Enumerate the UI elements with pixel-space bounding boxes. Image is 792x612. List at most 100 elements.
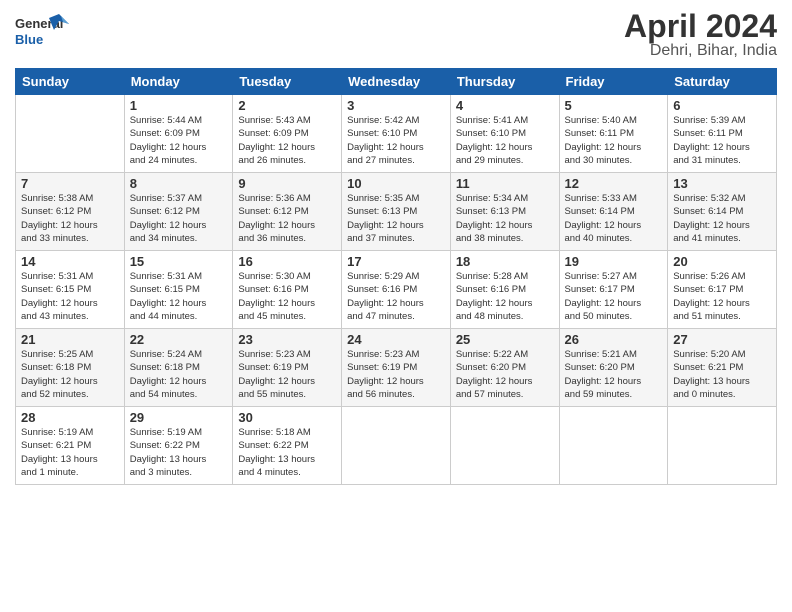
day-number: 28: [21, 410, 119, 425]
calendar-cell: 29Sunrise: 5:19 AM Sunset: 6:22 PM Dayli…: [124, 407, 233, 485]
calendar-cell: 16Sunrise: 5:30 AM Sunset: 6:16 PM Dayli…: [233, 251, 342, 329]
page-container: General Blue April 2024 Dehri, Bihar, In…: [0, 0, 792, 495]
day-number: 5: [565, 98, 663, 113]
title-block: April 2024 Dehri, Bihar, India: [624, 10, 777, 60]
calendar-cell: 30Sunrise: 5:18 AM Sunset: 6:22 PM Dayli…: [233, 407, 342, 485]
day-info: Sunrise: 5:34 AM Sunset: 6:13 PM Dayligh…: [456, 192, 554, 245]
calendar-table: SundayMondayTuesdayWednesdayThursdayFrid…: [15, 68, 777, 485]
day-info: Sunrise: 5:38 AM Sunset: 6:12 PM Dayligh…: [21, 192, 119, 245]
svg-text:Blue: Blue: [15, 32, 43, 47]
calendar-cell: 12Sunrise: 5:33 AM Sunset: 6:14 PM Dayli…: [559, 173, 668, 251]
calendar-cell: [450, 407, 559, 485]
day-number: 14: [21, 254, 119, 269]
day-number: 12: [565, 176, 663, 191]
day-info: Sunrise: 5:22 AM Sunset: 6:20 PM Dayligh…: [456, 348, 554, 401]
calendar-cell: 9Sunrise: 5:36 AM Sunset: 6:12 PM Daylig…: [233, 173, 342, 251]
calendar-cell: 28Sunrise: 5:19 AM Sunset: 6:21 PM Dayli…: [16, 407, 125, 485]
day-info: Sunrise: 5:29 AM Sunset: 6:16 PM Dayligh…: [347, 270, 445, 323]
calendar-cell: 1Sunrise: 5:44 AM Sunset: 6:09 PM Daylig…: [124, 95, 233, 173]
day-number: 6: [673, 98, 771, 113]
calendar-cell: 4Sunrise: 5:41 AM Sunset: 6:10 PM Daylig…: [450, 95, 559, 173]
calendar-cell: 3Sunrise: 5:42 AM Sunset: 6:10 PM Daylig…: [342, 95, 451, 173]
day-number: 23: [238, 332, 336, 347]
day-info: Sunrise: 5:27 AM Sunset: 6:17 PM Dayligh…: [565, 270, 663, 323]
calendar-cell: [559, 407, 668, 485]
day-number: 4: [456, 98, 554, 113]
day-number: 25: [456, 332, 554, 347]
day-info: Sunrise: 5:28 AM Sunset: 6:16 PM Dayligh…: [456, 270, 554, 323]
day-info: Sunrise: 5:42 AM Sunset: 6:10 PM Dayligh…: [347, 114, 445, 167]
day-number: 2: [238, 98, 336, 113]
calendar-cell: 22Sunrise: 5:24 AM Sunset: 6:18 PM Dayli…: [124, 329, 233, 407]
day-info: Sunrise: 5:32 AM Sunset: 6:14 PM Dayligh…: [673, 192, 771, 245]
day-number: 9: [238, 176, 336, 191]
calendar-cell: [342, 407, 451, 485]
day-info: Sunrise: 5:37 AM Sunset: 6:12 PM Dayligh…: [130, 192, 228, 245]
day-info: Sunrise: 5:25 AM Sunset: 6:18 PM Dayligh…: [21, 348, 119, 401]
day-info: Sunrise: 5:31 AM Sunset: 6:15 PM Dayligh…: [130, 270, 228, 323]
day-info: Sunrise: 5:18 AM Sunset: 6:22 PM Dayligh…: [238, 426, 336, 479]
header-row: SundayMondayTuesdayWednesdayThursdayFrid…: [16, 69, 777, 95]
day-number: 24: [347, 332, 445, 347]
day-number: 21: [21, 332, 119, 347]
calendar-cell: 6Sunrise: 5:39 AM Sunset: 6:11 PM Daylig…: [668, 95, 777, 173]
calendar-cell: 20Sunrise: 5:26 AM Sunset: 6:17 PM Dayli…: [668, 251, 777, 329]
calendar-cell: 17Sunrise: 5:29 AM Sunset: 6:16 PM Dayli…: [342, 251, 451, 329]
day-info: Sunrise: 5:30 AM Sunset: 6:16 PM Dayligh…: [238, 270, 336, 323]
week-row-5: 28Sunrise: 5:19 AM Sunset: 6:21 PM Dayli…: [16, 407, 777, 485]
day-info: Sunrise: 5:19 AM Sunset: 6:22 PM Dayligh…: [130, 426, 228, 479]
day-number: 27: [673, 332, 771, 347]
day-number: 13: [673, 176, 771, 191]
header: General Blue April 2024 Dehri, Bihar, In…: [15, 10, 777, 60]
day-info: Sunrise: 5:24 AM Sunset: 6:18 PM Dayligh…: [130, 348, 228, 401]
calendar-cell: 7Sunrise: 5:38 AM Sunset: 6:12 PM Daylig…: [16, 173, 125, 251]
calendar-cell: [668, 407, 777, 485]
column-header-wednesday: Wednesday: [342, 69, 451, 95]
day-number: 30: [238, 410, 336, 425]
day-number: 11: [456, 176, 554, 191]
calendar-cell: 21Sunrise: 5:25 AM Sunset: 6:18 PM Dayli…: [16, 329, 125, 407]
day-number: 16: [238, 254, 336, 269]
calendar-cell: 8Sunrise: 5:37 AM Sunset: 6:12 PM Daylig…: [124, 173, 233, 251]
day-info: Sunrise: 5:44 AM Sunset: 6:09 PM Dayligh…: [130, 114, 228, 167]
day-info: Sunrise: 5:43 AM Sunset: 6:09 PM Dayligh…: [238, 114, 336, 167]
calendar-cell: [16, 95, 125, 173]
month-title: April 2024: [624, 10, 777, 42]
column-header-monday: Monday: [124, 69, 233, 95]
column-header-thursday: Thursday: [450, 69, 559, 95]
day-number: 20: [673, 254, 771, 269]
day-info: Sunrise: 5:39 AM Sunset: 6:11 PM Dayligh…: [673, 114, 771, 167]
week-row-2: 7Sunrise: 5:38 AM Sunset: 6:12 PM Daylig…: [16, 173, 777, 251]
day-info: Sunrise: 5:41 AM Sunset: 6:10 PM Dayligh…: [456, 114, 554, 167]
day-info: Sunrise: 5:35 AM Sunset: 6:13 PM Dayligh…: [347, 192, 445, 245]
calendar-cell: 13Sunrise: 5:32 AM Sunset: 6:14 PM Dayli…: [668, 173, 777, 251]
day-info: Sunrise: 5:20 AM Sunset: 6:21 PM Dayligh…: [673, 348, 771, 401]
calendar-cell: 5Sunrise: 5:40 AM Sunset: 6:11 PM Daylig…: [559, 95, 668, 173]
location-title: Dehri, Bihar, India: [624, 42, 777, 60]
day-info: Sunrise: 5:23 AM Sunset: 6:19 PM Dayligh…: [238, 348, 336, 401]
day-number: 10: [347, 176, 445, 191]
day-number: 18: [456, 254, 554, 269]
day-number: 1: [130, 98, 228, 113]
calendar-cell: 23Sunrise: 5:23 AM Sunset: 6:19 PM Dayli…: [233, 329, 342, 407]
calendar-cell: 26Sunrise: 5:21 AM Sunset: 6:20 PM Dayli…: [559, 329, 668, 407]
day-number: 19: [565, 254, 663, 269]
calendar-cell: 25Sunrise: 5:22 AM Sunset: 6:20 PM Dayli…: [450, 329, 559, 407]
logo: General Blue: [15, 10, 70, 55]
day-number: 22: [130, 332, 228, 347]
column-header-sunday: Sunday: [16, 69, 125, 95]
calendar-cell: 15Sunrise: 5:31 AM Sunset: 6:15 PM Dayli…: [124, 251, 233, 329]
day-info: Sunrise: 5:26 AM Sunset: 6:17 PM Dayligh…: [673, 270, 771, 323]
day-number: 8: [130, 176, 228, 191]
day-info: Sunrise: 5:23 AM Sunset: 6:19 PM Dayligh…: [347, 348, 445, 401]
calendar-cell: 27Sunrise: 5:20 AM Sunset: 6:21 PM Dayli…: [668, 329, 777, 407]
day-info: Sunrise: 5:31 AM Sunset: 6:15 PM Dayligh…: [21, 270, 119, 323]
calendar-cell: 19Sunrise: 5:27 AM Sunset: 6:17 PM Dayli…: [559, 251, 668, 329]
day-info: Sunrise: 5:21 AM Sunset: 6:20 PM Dayligh…: [565, 348, 663, 401]
week-row-1: 1Sunrise: 5:44 AM Sunset: 6:09 PM Daylig…: [16, 95, 777, 173]
day-info: Sunrise: 5:40 AM Sunset: 6:11 PM Dayligh…: [565, 114, 663, 167]
day-info: Sunrise: 5:36 AM Sunset: 6:12 PM Dayligh…: [238, 192, 336, 245]
day-number: 26: [565, 332, 663, 347]
day-info: Sunrise: 5:33 AM Sunset: 6:14 PM Dayligh…: [565, 192, 663, 245]
calendar-cell: 10Sunrise: 5:35 AM Sunset: 6:13 PM Dayli…: [342, 173, 451, 251]
